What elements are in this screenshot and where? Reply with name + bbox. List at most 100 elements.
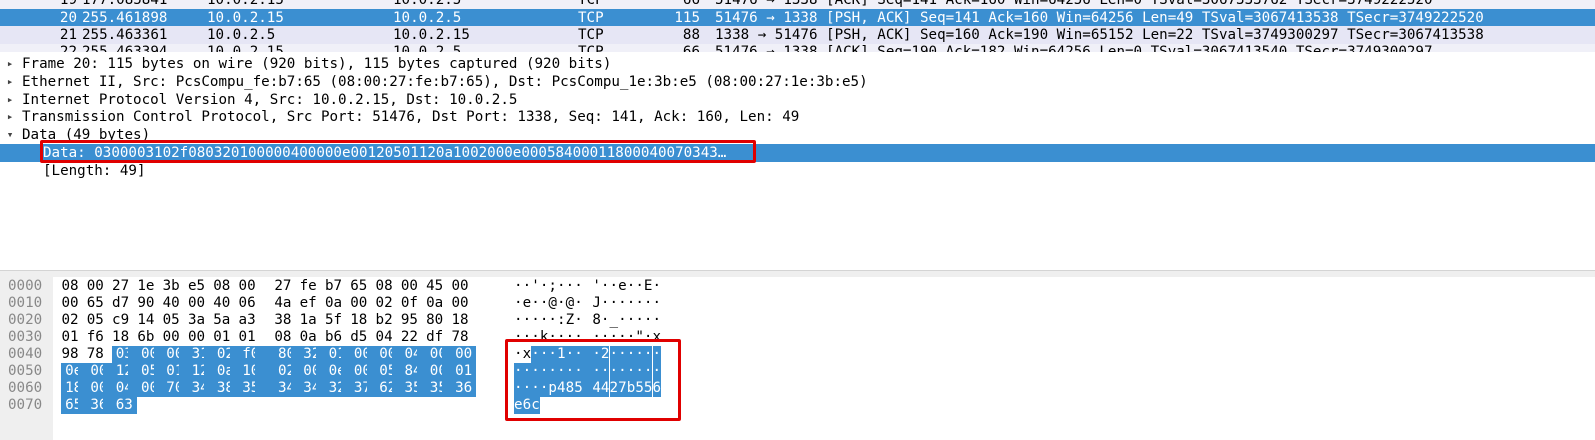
ascii-char[interactable]: · xyxy=(601,278,610,295)
hex-byte[interactable]: 00 xyxy=(188,329,206,346)
packet-row[interactable]: 20 255.461898 10.0.2.15 10.0.2.5 TCP 51476 → … xyxy=(0,9,1595,27)
ascii-char[interactable]: · xyxy=(635,312,644,329)
hex-byte[interactable]: 05 xyxy=(86,312,104,329)
ascii-char[interactable]: e xyxy=(523,295,532,312)
ascii-char[interactable]: J xyxy=(592,295,601,312)
hex-byte[interactable]: 5f xyxy=(325,312,343,329)
hex-byte[interactable]: e5 xyxy=(188,278,206,295)
ascii-char[interactable]: · xyxy=(618,295,627,312)
ascii-char[interactable]: · xyxy=(566,278,575,295)
ascii-char[interactable]: @ xyxy=(548,295,557,312)
ascii-char[interactable]: _ xyxy=(610,312,619,329)
hex-byte[interactable]: fe xyxy=(299,278,317,295)
ascii-char[interactable]: · xyxy=(644,312,653,329)
ascii-char[interactable]: · xyxy=(523,278,532,295)
hex-byte[interactable]: 65 xyxy=(350,278,368,295)
hex-byte[interactable]: 05 xyxy=(162,312,180,329)
hex-byte[interactable]: 95 xyxy=(400,312,418,329)
hex-byte[interactable]: 6b xyxy=(137,329,155,346)
hex-byte[interactable]: 14 xyxy=(137,312,155,329)
ascii-char[interactable]: · xyxy=(653,295,662,312)
hex-byte[interactable]: 40 xyxy=(162,295,180,312)
hex-byte[interactable]: 02 xyxy=(375,295,393,312)
ascii-char[interactable]: · xyxy=(514,312,523,329)
hex-byte[interactable]: 00 xyxy=(61,295,79,312)
ascii-char[interactable]: · xyxy=(601,312,610,329)
hex-byte[interactable]: 5a xyxy=(213,312,231,329)
hex-byte[interactable]: 1e xyxy=(137,278,155,295)
hex-byte[interactable]: 78 xyxy=(451,329,469,346)
hex-byte[interactable]: 3b xyxy=(162,278,180,295)
ascii-char[interactable]: · xyxy=(557,295,566,312)
hex-byte[interactable]: 06 xyxy=(238,295,256,312)
hex-byte[interactable]: df xyxy=(426,329,444,346)
hex-byte[interactable]: b2 xyxy=(375,312,393,329)
hex-byte[interactable]: 27 xyxy=(274,278,292,295)
packet-row[interactable]: 19 177.085841 10.0.2.15 10.0.2.5 TCP 51476 → … xyxy=(0,0,1595,9)
hex-byte[interactable]: 40 xyxy=(213,295,231,312)
detail-tree-row[interactable]: [Length: 49] xyxy=(0,162,1595,180)
ascii-char[interactable]: · xyxy=(635,278,644,295)
hex-byte[interactable]: b6 xyxy=(325,329,343,346)
detail-tree-row[interactable]: ▸ Frame 20: 115 bytes on wire (920 bits),… xyxy=(0,55,1595,73)
packet-row[interactable]: 21 255.463361 10.0.2.5 10.0.2.15 TCP 1338 → 5… xyxy=(0,26,1595,44)
hex-byte[interactable]: ef xyxy=(299,295,317,312)
hex-byte[interactable]: 18 xyxy=(451,312,469,329)
hex-byte[interactable]: 1a xyxy=(299,312,317,329)
hex-byte[interactable]: d5 xyxy=(350,329,368,346)
expand-right-arrow-icon[interactable]: ▸ xyxy=(5,73,15,91)
ascii-char[interactable]: · xyxy=(540,295,549,312)
hex-byte[interactable]: 0a xyxy=(299,329,317,346)
ascii-char[interactable]: · xyxy=(627,312,636,329)
hex-byte[interactable]: 04 xyxy=(375,329,393,346)
hex-byte[interactable]: 0f xyxy=(400,295,418,312)
ascii-char[interactable]: · xyxy=(540,312,549,329)
ascii-char[interactable]: : xyxy=(557,312,566,329)
ascii-char[interactable]: · xyxy=(574,295,583,312)
hex-byte[interactable]: c9 xyxy=(112,312,130,329)
hex-byte[interactable]: b7 xyxy=(325,278,343,295)
hex-byte[interactable]: 08 xyxy=(375,278,393,295)
ascii-char[interactable]: Z xyxy=(566,312,575,329)
hex-byte[interactable]: 38 xyxy=(274,312,292,329)
hex-byte[interactable]: 08 xyxy=(274,329,292,346)
hex-byte[interactable]: 22 xyxy=(400,329,418,346)
ascii-char[interactable]: ; xyxy=(548,278,557,295)
hex-byte[interactable]: d7 xyxy=(112,295,130,312)
ascii-char[interactable]: · xyxy=(627,295,636,312)
hex-byte[interactable]: 0a xyxy=(426,295,444,312)
hex-byte[interactable]: 01 xyxy=(213,329,231,346)
ascii-char[interactable]: ' xyxy=(592,278,601,295)
detail-tree-row[interactable]: ▸ Ethernet II, Src: PcsCompu_fe:b7:65 (08… xyxy=(0,73,1595,91)
hex-byte[interactable]: 0a xyxy=(325,295,343,312)
expand-right-arrow-icon[interactable]: ▸ xyxy=(5,55,15,73)
ascii-char[interactable]: · xyxy=(514,278,523,295)
ascii-char[interactable]: · xyxy=(557,278,566,295)
hex-byte[interactable]: 80 xyxy=(426,312,444,329)
ascii-char[interactable]: · xyxy=(644,295,653,312)
hex-byte[interactable]: 00 xyxy=(350,295,368,312)
ascii-char[interactable]: · xyxy=(610,278,619,295)
hex-byte[interactable]: 18 xyxy=(112,329,130,346)
ascii-char[interactable]: · xyxy=(531,295,540,312)
expand-right-arrow-icon[interactable]: ▸ xyxy=(5,108,15,126)
hex-byte[interactable]: 01 xyxy=(442,363,477,380)
hex-byte[interactable]: 01 xyxy=(61,329,79,346)
ascii-char[interactable]: · xyxy=(610,295,619,312)
hex-byte[interactable]: 00 xyxy=(400,278,418,295)
ascii-char[interactable]: · xyxy=(574,278,583,295)
hex-byte[interactable]: 08 xyxy=(61,278,79,295)
ascii-char[interactable]: ' xyxy=(531,278,540,295)
hex-byte[interactable]: 18 xyxy=(350,312,368,329)
hex-byte[interactable]: 3a xyxy=(188,312,206,329)
expand-down-arrow-icon[interactable]: ▾ xyxy=(5,126,15,144)
ascii-char[interactable]: · xyxy=(548,312,557,329)
hex-byte[interactable]: 98 xyxy=(61,346,79,363)
hex-byte[interactable]: 01 xyxy=(238,329,256,346)
ascii-char[interactable]: · xyxy=(618,312,627,329)
hex-byte[interactable]: 36 xyxy=(442,380,477,397)
hex-byte[interactable]: 00 xyxy=(188,295,206,312)
hex-byte[interactable]: 78 xyxy=(86,346,104,363)
detail-tree-row[interactable]: ▸ Internet Protocol Version 4, Src: 10.0.… xyxy=(0,91,1595,109)
hex-byte[interactable]: 63 xyxy=(103,397,137,414)
